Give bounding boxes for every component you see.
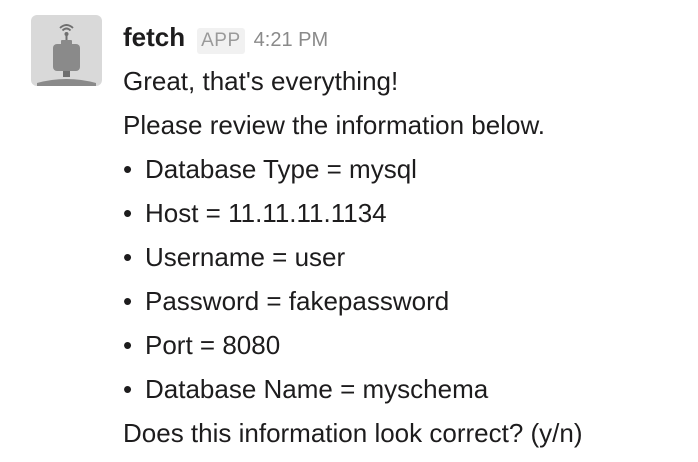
robot-icon	[37, 24, 96, 86]
bullet-marker: •	[123, 154, 133, 184]
line-text: Database Name = myschema	[145, 374, 489, 404]
line-text: Does this information look correct? (y/n…	[123, 418, 583, 448]
message-body: Great, that's everything! Please review t…	[123, 59, 691, 455]
bullet-list-item: • Port = 8080	[123, 323, 691, 367]
message-content: fetch APP 4:21 PM Great, that's everythi…	[123, 15, 691, 455]
message-text-line: Great, that's everything!	[123, 59, 691, 103]
bullet-list-item: • Host = 11.11.11.1134	[123, 191, 691, 235]
line-text: Database Type = mysql	[145, 154, 417, 184]
chat-message: fetch APP 4:21 PM Great, that's everythi…	[31, 15, 691, 455]
bullet-marker: •	[123, 374, 133, 404]
line-text: Please review the information below.	[123, 110, 546, 140]
bullet-marker: •	[123, 242, 133, 272]
bullet-marker: •	[123, 198, 133, 228]
sender-name[interactable]: fetch	[123, 15, 185, 59]
bullet-marker: •	[123, 330, 133, 360]
app-badge: APP	[197, 28, 245, 54]
bullet-list-item: • Database Type = mysql	[123, 147, 691, 191]
message-text-line: Please review the information below.	[123, 103, 691, 147]
bullet-marker: •	[123, 286, 133, 316]
bullet-list-item: • Password = fakepassword	[123, 279, 691, 323]
line-text: Host = 11.11.11.1134	[145, 198, 387, 228]
bullet-list-item: • Database Name = myschema	[123, 367, 691, 411]
line-text: Username = user	[145, 242, 346, 272]
line-text: Password = fakepassword	[145, 286, 450, 316]
avatar[interactable]	[31, 15, 102, 86]
bullet-list-item: • Username = user	[123, 235, 691, 279]
line-text: Port = 8080	[145, 330, 281, 360]
message-text-line: Does this information look correct? (y/n…	[123, 411, 691, 455]
timestamp[interactable]: 4:21 PM	[254, 18, 328, 62]
message-header: fetch APP 4:21 PM	[123, 15, 691, 59]
line-text: Great, that's everything!	[123, 66, 399, 96]
